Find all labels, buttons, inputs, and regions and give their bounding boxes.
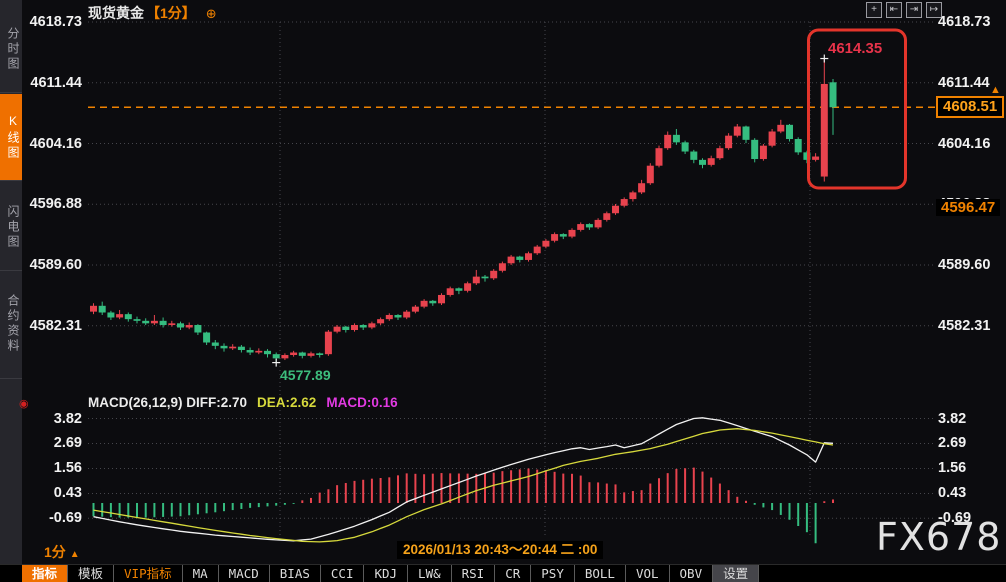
period-value: 1分	[44, 544, 66, 560]
add-indicator-icon[interactable]: ⊕	[206, 6, 217, 21]
tab-cci[interactable]: CCI	[321, 565, 365, 582]
tab-macd[interactable]: MACD	[219, 565, 270, 582]
tab-lwr[interactable]: LW&	[408, 565, 452, 582]
reference-price-badge: 4596.47	[936, 199, 1000, 216]
sidebar-item-flash-chart[interactable]: 闪电图	[0, 184, 22, 271]
indicator-tabbar: 指标模板VIP指标MAMACDBIASCCIKDJLW&RSICRPSYBOLL…	[0, 564, 1006, 582]
price-axis-label: 4618.73	[938, 13, 1004, 31]
sidebar-item-contract-info[interactable]: 合约资料	[0, 270, 22, 379]
macd-hist-value: MACD:0.16	[326, 395, 397, 410]
price-axis-label: 4589.60	[22, 256, 82, 274]
macd-axis-label: 2.69	[938, 434, 1004, 452]
macd-axis-label: 1.56	[22, 459, 82, 477]
tab-vol[interactable]: VOL	[626, 565, 670, 582]
tab-boll[interactable]: BOLL	[575, 565, 626, 582]
tab-ma[interactable]: MA	[183, 565, 219, 582]
candlestick-macd-chart[interactable]	[0, 0, 1006, 582]
macd-axis-label: -0.69	[22, 509, 82, 527]
macd-axis-label: 0.43	[938, 484, 1004, 502]
tab-kdj[interactable]: KDJ	[364, 565, 408, 582]
alert-icon: ◉	[19, 397, 29, 410]
trading-app-window: 分时图K线图闪电图合约资料 现货黄金【1分】 ⊕ +⇤⇥↦ 4618.73 461…	[0, 0, 1006, 582]
price-marker-icon: ▲	[990, 84, 1001, 96]
zoom-x-axis-icon[interactable]: ⇥	[906, 2, 922, 18]
price-axis-label: 4618.73	[22, 13, 82, 31]
macd-params-diff: MACD(26,12,9) DIFF:2.70	[88, 395, 247, 410]
price-axis-label: 4596.88	[22, 195, 82, 213]
chart-type-sidebar: 分时图K线图闪电图合约资料	[0, 0, 22, 582]
macd-axis-label: 0.43	[22, 484, 82, 502]
symbol-name: 现货黄金	[88, 5, 144, 21]
macd-axis-label: 3.82	[938, 410, 1004, 428]
tab-obv[interactable]: OBV	[670, 565, 714, 582]
tab-indicator[interactable]: 指标	[22, 565, 68, 582]
current-price-badge: 4608.51	[936, 96, 1004, 118]
tab-settings[interactable]: 设置	[713, 565, 759, 582]
sidebar-item-time-share-chart[interactable]: 分时图	[0, 6, 22, 93]
tab-bias[interactable]: BIAS	[270, 565, 321, 582]
price-axis-label: 4582.31	[22, 317, 82, 335]
macd-axis-label: 2.69	[22, 434, 82, 452]
tab-cr[interactable]: CR	[495, 565, 531, 582]
low-price-annotation: 4577.89	[280, 367, 331, 383]
macd-indicator-header: MACD(26,12,9) DIFF:2.70 DEA:2.62 MACD:0.16	[88, 395, 398, 410]
price-axis-label: 4611.44	[22, 74, 82, 92]
tab-psy[interactable]: PSY	[531, 565, 575, 582]
bar-datetime-range: 2026/01/13 20:43～20:44 二 :00	[397, 541, 603, 559]
sidebar-item-kline-chart[interactable]: K线图	[0, 94, 22, 181]
move-icon[interactable]: +	[866, 2, 882, 18]
watermark-logo: FX678	[876, 515, 1001, 559]
price-axis-label: 4589.60	[938, 256, 1004, 274]
price-axis-label: 4604.16	[22, 135, 82, 153]
tab-rsi[interactable]: RSI	[452, 565, 496, 582]
macd-axis-label: 3.82	[22, 410, 82, 428]
zoom-y-axis-icon[interactable]: ⇤	[886, 2, 902, 18]
interval-label: 【1分】	[146, 5, 196, 21]
tab-template[interactable]: 模板	[68, 565, 114, 582]
macd-axis-label: 1.56	[938, 459, 1004, 477]
period-selector[interactable]: 1分 ▲	[44, 542, 80, 562]
high-price-annotation: 4614.35	[828, 40, 882, 57]
price-axis-label: 4582.31	[938, 317, 1004, 335]
macd-dea-value: DEA:2.62	[257, 395, 316, 410]
chart-toolbar: +⇤⇥↦	[866, 2, 942, 18]
chart-title: 现货黄金【1分】 ⊕	[88, 3, 217, 23]
price-axis-label: 4604.16	[938, 135, 1004, 153]
chevron-up-icon: ▲	[70, 549, 80, 560]
tab-vip-indicator[interactable]: VIP指标	[114, 565, 183, 582]
